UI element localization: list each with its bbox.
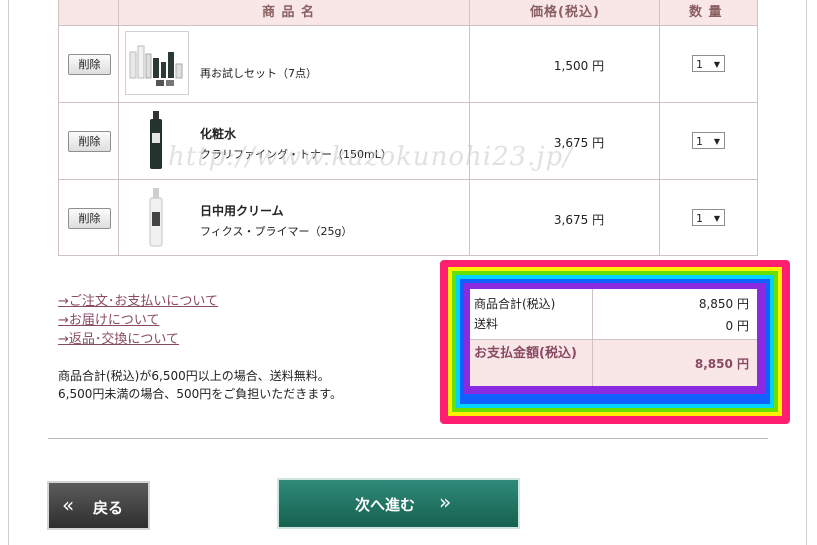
delete-button[interactable]: 削除 xyxy=(68,131,111,152)
page-frame-right xyxy=(806,0,807,545)
shipping-note: 商品合計(税込)が6,500円以上の場合、送料無料。 xyxy=(58,369,330,383)
chevron-down-icon: ▼ xyxy=(713,60,720,69)
delivery-link[interactable]: →お届けについて xyxy=(58,309,160,328)
double-chevron-left-icon: « xyxy=(62,493,75,517)
section-divider xyxy=(48,438,768,439)
column-divider xyxy=(592,289,593,386)
product-name: 再お試しセット（7点） xyxy=(200,65,317,81)
product-title: 再お試しセット（7点） xyxy=(200,67,317,80)
chevron-down-icon: ▼ xyxy=(713,137,720,146)
back-button-label: 戻る xyxy=(93,499,124,517)
total-value: 8,850 円 xyxy=(694,357,749,371)
order-payment-link[interactable]: →ご注文･お支払いについて xyxy=(58,290,218,309)
quantity-value: 1 xyxy=(696,58,703,71)
column-divider xyxy=(659,0,660,255)
quantity-select[interactable]: 1 ▼ xyxy=(692,55,725,72)
subtotal-label: 商品合計(税込) xyxy=(474,297,556,311)
total-label: お支払金額(税込) xyxy=(474,346,577,361)
header-product-name: 商 品 名 xyxy=(262,5,316,20)
page-frame-left xyxy=(8,0,9,545)
row-divider xyxy=(59,179,757,180)
header-quantity: 数 量 xyxy=(689,5,723,20)
cream-bottle-image xyxy=(125,186,189,250)
product-price: 3,675 円 xyxy=(553,213,605,227)
product-set-image xyxy=(125,31,189,95)
cart-table: 商 品 名 価格(税込) 数 量 削除 再お試しセット（7点） 1,500 円 … xyxy=(58,0,758,256)
delete-button[interactable]: 削除 xyxy=(68,208,111,229)
chevron-down-icon: ▼ xyxy=(713,214,720,223)
cart-table-header: 商 品 名 価格(税込) 数 量 xyxy=(59,0,757,25)
subtotal-value: 8,850 円 xyxy=(698,297,749,311)
column-divider xyxy=(469,0,470,255)
product-name: 日中用クリーム フィクス・プライマー（25g） xyxy=(200,202,352,239)
returns-link[interactable]: →返品･交換について xyxy=(58,328,179,347)
double-chevron-right-icon: » xyxy=(439,490,452,514)
toner-bottle-image xyxy=(125,109,189,173)
header-price: 価格(税込) xyxy=(530,5,600,20)
product-title: クラリファイング・トナー（150mL） xyxy=(200,148,392,161)
next-button-label: 次へ進む xyxy=(355,496,416,514)
product-price: 1,500 円 xyxy=(553,59,605,73)
shipping-label: 送料 xyxy=(474,317,499,331)
row-divider xyxy=(59,102,757,103)
next-button[interactable]: 次へ進む » xyxy=(277,478,520,529)
quantity-select[interactable]: 1 ▼ xyxy=(692,132,725,149)
product-title: フィクス・プライマー（25g） xyxy=(200,225,353,238)
column-divider xyxy=(118,0,119,255)
back-button[interactable]: « 戻る xyxy=(47,481,150,530)
order-summary: 商品合計(税込) 8,850 円 送料 0 円 お支払金額(税込) 8,850 … xyxy=(470,289,757,386)
shipping-note: 6,500円未満の場合、500円をご負担いただきます。 xyxy=(58,387,343,401)
product-price: 3,675 円 xyxy=(553,136,605,150)
product-category: 化粧水 xyxy=(200,127,237,141)
delete-button[interactable]: 削除 xyxy=(68,54,111,75)
row-divider xyxy=(470,339,757,340)
quantity-value: 1 xyxy=(696,212,703,225)
shipping-value: 0 円 xyxy=(725,319,749,333)
product-category: 日中用クリーム xyxy=(200,204,284,218)
product-name: 化粧水 クラリファイング・トナー（150mL） xyxy=(200,125,392,162)
row-divider xyxy=(59,25,757,26)
quantity-value: 1 xyxy=(696,135,703,148)
quantity-select[interactable]: 1 ▼ xyxy=(692,209,725,226)
